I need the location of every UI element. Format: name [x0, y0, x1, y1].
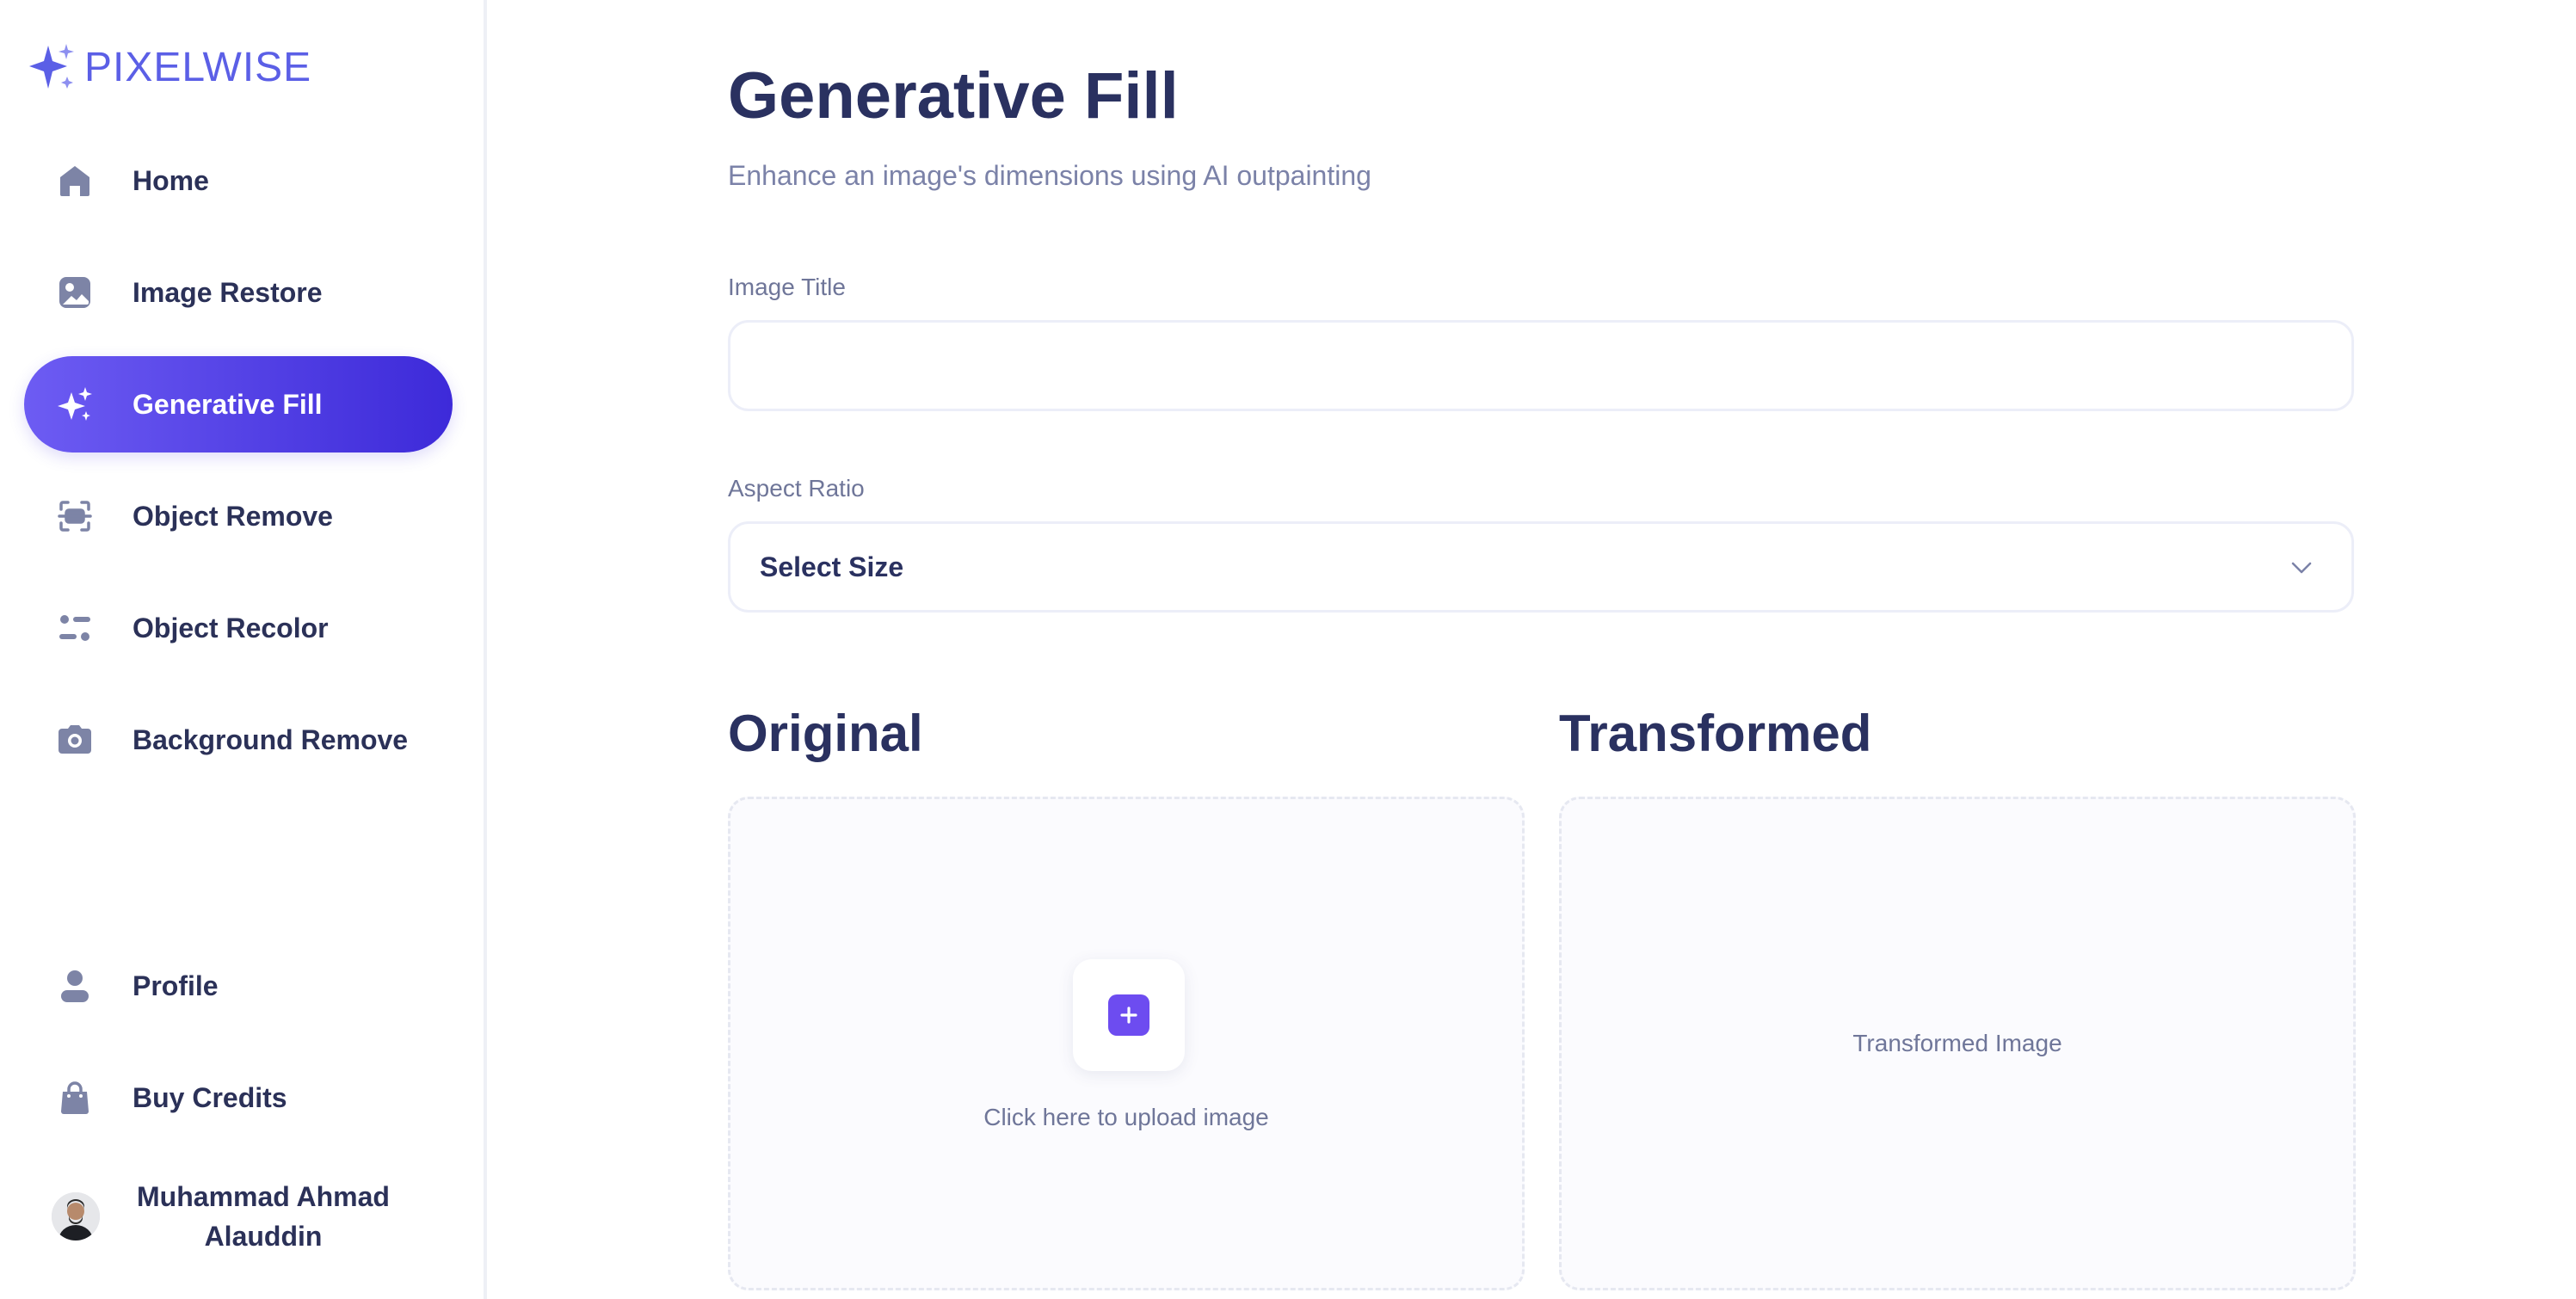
bag-icon [53, 1076, 96, 1119]
sidebar-item-object-remove[interactable]: Object Remove [24, 468, 453, 564]
aspect-ratio-value: Select Size [760, 551, 904, 582]
brand-name: PIXELWISE [84, 44, 312, 90]
main-content: Generative Fill Enhance an image's dimen… [728, 0, 2363, 1299]
user-icon [53, 964, 96, 1007]
sidebar-item-label: Object Remove [132, 500, 333, 532]
image-icon [53, 271, 96, 314]
sidebar-item-label: Generative Fill [132, 388, 323, 420]
sidebar-item-buy-credits[interactable]: Buy Credits [24, 1050, 453, 1146]
image-title-input[interactable] [728, 320, 2354, 411]
page-title: Generative Fill [728, 59, 1179, 132]
chevron-down-icon [2291, 562, 2312, 574]
upload-button[interactable] [1073, 959, 1185, 1071]
sidebar-item-label: Home [132, 164, 209, 196]
sidebar-item-label: Profile [132, 970, 219, 1001]
sidebar-item-label: Buy Credits [132, 1081, 287, 1113]
transformed-placeholder: Transformed Image [1852, 1030, 2062, 1056]
user-name: Muhammad Ahmad Alauddin [137, 1181, 390, 1252]
image-title-label: Image Title [728, 274, 846, 300]
user-account[interactable]: Muhammad Ahmad Alauddin [52, 1177, 447, 1256]
avatar[interactable] [52, 1192, 100, 1241]
upload-text: Click here to upload image [983, 1104, 1269, 1130]
original-heading: Original [728, 705, 923, 762]
sidebar-item-image-restore[interactable]: Image Restore [24, 244, 453, 341]
filter-icon [53, 606, 96, 650]
sidebar: PIXELWISE Home Image Restore Generative … [0, 0, 487, 1299]
sidebar-item-object-recolor[interactable]: Object Recolor [24, 580, 453, 676]
sidebar-item-profile[interactable]: Profile [24, 938, 453, 1034]
home-icon [53, 159, 96, 202]
transformed-image-panel: Transformed Image [1559, 797, 2356, 1290]
aspect-ratio-select[interactable]: Select Size [728, 521, 2354, 613]
camera-icon [53, 718, 96, 761]
plus-icon [1108, 994, 1149, 1036]
sidebar-item-label: Image Restore [132, 276, 323, 308]
sidebar-item-background-remove[interactable]: Background Remove [24, 692, 453, 788]
sidebar-item-label: Object Recolor [132, 612, 329, 643]
brand-logo[interactable]: PIXELWISE [24, 40, 311, 95]
sparkles-icon [53, 383, 96, 426]
scan-icon [53, 495, 96, 538]
upload-dropzone[interactable]: Click here to upload image [728, 797, 1525, 1290]
sidebar-item-label: Background Remove [132, 723, 409, 755]
sidebar-item-generative-fill[interactable]: Generative Fill [24, 356, 453, 452]
sparkle-logo-icon [29, 44, 74, 89]
sidebar-item-home[interactable]: Home [24, 132, 453, 229]
aspect-ratio-label: Aspect Ratio [728, 475, 865, 502]
page-subtitle: Enhance an image's dimensions using AI o… [728, 160, 1371, 191]
transformed-heading: Transformed [1559, 705, 1872, 762]
